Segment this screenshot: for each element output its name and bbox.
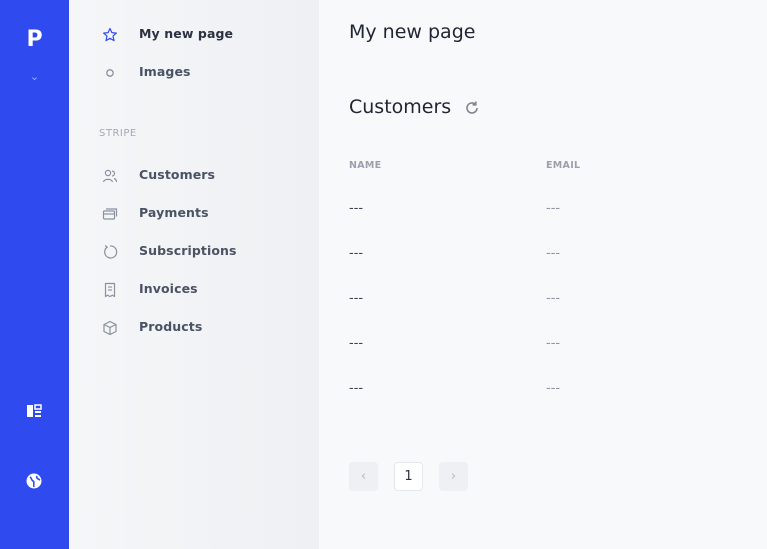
section-label-stripe: STRIPE [99,128,137,139]
users-icon [102,169,118,183]
sidebar-item-label: Images [139,64,191,79]
column-header-email[interactable]: EMAIL [546,160,580,171]
table-cell-email: --- [546,336,561,351]
dashboard-icon[interactable] [24,401,44,421]
sidebar-item-my-new-page[interactable]: My new page [69,22,319,48]
sidebar-item-label: Products [139,319,203,334]
sidebar-item-label: Invoices [139,281,198,296]
pagination-prev-button[interactable]: ‹ [349,462,378,491]
table-cell-email: --- [546,246,561,261]
table-cell-name: --- [349,291,364,306]
sidebar-item-label: Payments [139,205,209,220]
star-icon [103,27,117,42]
sidebar-item-label: Subscriptions [139,243,237,258]
sidebar-item-invoices[interactable]: Invoices [69,277,319,303]
table-cell-name: --- [349,381,364,396]
chevron-down-icon[interactable]: ⌄ [0,70,69,83]
table-cell-name: --- [349,336,364,351]
pagination-next-button[interactable]: › [439,462,468,491]
sidebar-item-products[interactable]: Products [69,315,319,341]
sidebar-item-label: Customers [139,167,216,182]
refresh-icon [104,245,118,259]
main-content: My new page Customers NAME EMAIL --- ---… [319,0,767,549]
sidebar-item-payments[interactable]: Payments [69,201,319,227]
cards-icon [102,208,118,220]
refresh-icon[interactable] [464,100,480,116]
sidebar-item-subscriptions[interactable]: Subscriptions [69,239,319,265]
table-cell-name: --- [349,201,364,216]
table-cell-email: --- [546,291,561,306]
sidebar-item-images[interactable]: Images [69,60,319,86]
column-header-name[interactable]: NAME [349,160,381,171]
table-cell-email: --- [546,381,561,396]
box-icon [103,320,117,336]
globe-icon[interactable] [24,471,44,491]
sidebar-item-customers[interactable]: Customers [69,163,319,189]
workspace-logo[interactable]: P [0,27,69,52]
invoice-icon [104,282,116,298]
section-title: Customers [349,96,452,118]
sidebar: My new page Images STRIPE Customers Paym… [69,0,319,549]
app-rail: P ⌄ [0,0,69,549]
sidebar-item-label: My new page [139,26,234,41]
table-cell-email: --- [546,201,561,216]
circle-icon [106,69,114,77]
page-title: My new page [349,21,476,43]
pagination-page-button[interactable]: 1 [394,462,423,491]
table-cell-name: --- [349,246,364,261]
